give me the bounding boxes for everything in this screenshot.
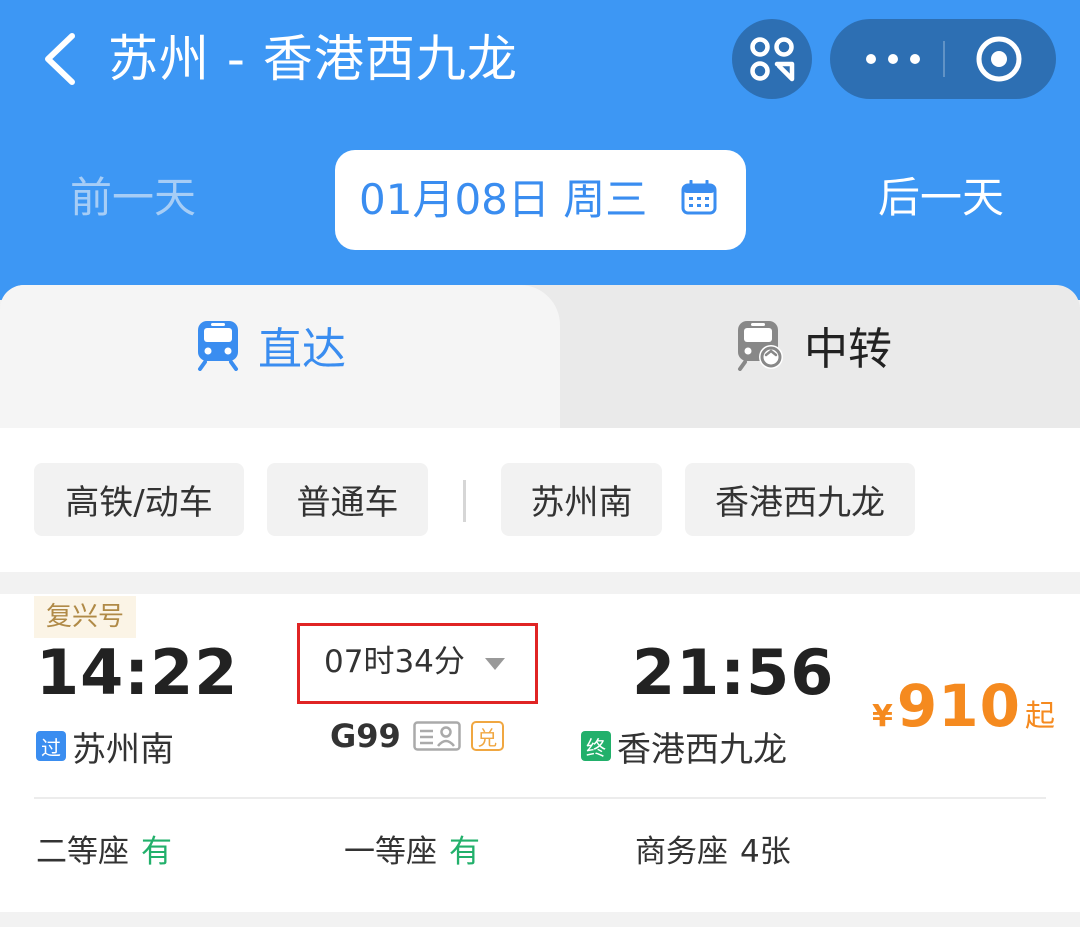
card-divider <box>34 797 1046 799</box>
train-icon <box>198 321 238 371</box>
prev-day-button[interactable]: 前一天 <box>70 168 196 228</box>
id-card-icon <box>413 721 461 751</box>
transfer-train-icon <box>738 321 783 371</box>
seat-availability: 4张 <box>740 834 791 870</box>
back-button[interactable] <box>34 28 84 90</box>
scan-icon <box>750 37 795 82</box>
date-label: 01月08日 周三 <box>359 175 648 224</box>
arrival-station-name: 香港西九龙 <box>617 729 787 770</box>
filter-divider <box>463 480 466 522</box>
price-amount: 910 <box>896 672 1021 740</box>
route-tabs: 直达 中转 <box>0 285 1080 428</box>
filter-chip-arrival-station[interactable]: 香港西九龙 <box>685 463 915 536</box>
price-suffix: 起 <box>1024 699 1055 734</box>
currency-symbol: ¥ <box>872 699 893 734</box>
calendar-icon <box>681 180 717 215</box>
terminal-tag: 终 <box>581 731 611 761</box>
target-close-icon <box>976 36 1022 82</box>
close-miniprogram-button[interactable] <box>974 34 1024 84</box>
seat-name: 二等座 <box>36 834 129 870</box>
seat-availability: 有 <box>141 834 172 870</box>
price: ¥ 910 起 <box>872 672 1055 740</box>
more-dots-icon <box>866 54 920 64</box>
exchange-badge: 兑 <box>470 721 504 751</box>
tab-direct-label: 直达 <box>258 324 346 375</box>
header: 苏州 - 香港西九龙 前一天 01月08日 周三 后一天 <box>0 0 1080 300</box>
seat-name: 商务座 <box>635 834 728 870</box>
caret-down-icon <box>485 658 505 670</box>
train-number: G99 <box>330 717 401 755</box>
arrival-time: 21:56 <box>632 636 835 709</box>
seat-business-class: 商务座 4张 <box>635 830 791 874</box>
train-card[interactable]: 复兴号 14:22 过 苏州南 07时34分 G99 兑 21:56 终 香港西… <box>0 594 1080 912</box>
seat-name: 一等座 <box>344 834 437 870</box>
scan-button[interactable] <box>732 19 812 99</box>
tab-transfer-label: 中转 <box>804 324 892 375</box>
tab-direct[interactable]: 直达 <box>0 285 560 428</box>
chevron-left-icon <box>45 33 75 85</box>
filter-chip-high-speed[interactable]: 高铁/动车 <box>34 463 244 536</box>
departure-station-name: 苏州南 <box>72 729 174 770</box>
arrival-station: 终 香港西九龙 <box>581 724 787 770</box>
date-selector[interactable]: 01月08日 周三 <box>335 150 746 250</box>
departure-station: 过 苏州南 <box>36 724 174 770</box>
filter-bar: 高铁/动车 普通车 苏州南 香港西九龙 <box>0 428 1080 572</box>
filter-chip-departure-station[interactable]: 苏州南 <box>501 463 662 536</box>
duration-label: 07时34分 <box>324 644 465 680</box>
seat-first-class: 一等座有 <box>344 830 480 874</box>
departure-time: 14:22 <box>36 636 239 709</box>
tab-direct-content: 直达 <box>196 315 346 375</box>
more-button[interactable] <box>860 19 926 99</box>
tab-transfer[interactable]: 中转 <box>736 315 892 375</box>
duration-toggle[interactable]: 07时34分 <box>297 623 538 704</box>
next-day-button[interactable]: 后一天 <box>878 168 1004 228</box>
capsule-divider <box>943 41 945 77</box>
seat-second-class: 二等座有 <box>36 830 172 874</box>
train-number-row: G99 兑 <box>330 716 504 756</box>
miniprogram-capsule <box>830 19 1056 99</box>
filter-chip-regular[interactable]: 普通车 <box>267 463 428 536</box>
page-title: 苏州 - 香港西九龙 <box>108 30 518 88</box>
seat-availability: 有 <box>449 834 480 870</box>
pass-tag: 过 <box>36 731 66 761</box>
train-type-badge: 复兴号 <box>34 596 137 638</box>
